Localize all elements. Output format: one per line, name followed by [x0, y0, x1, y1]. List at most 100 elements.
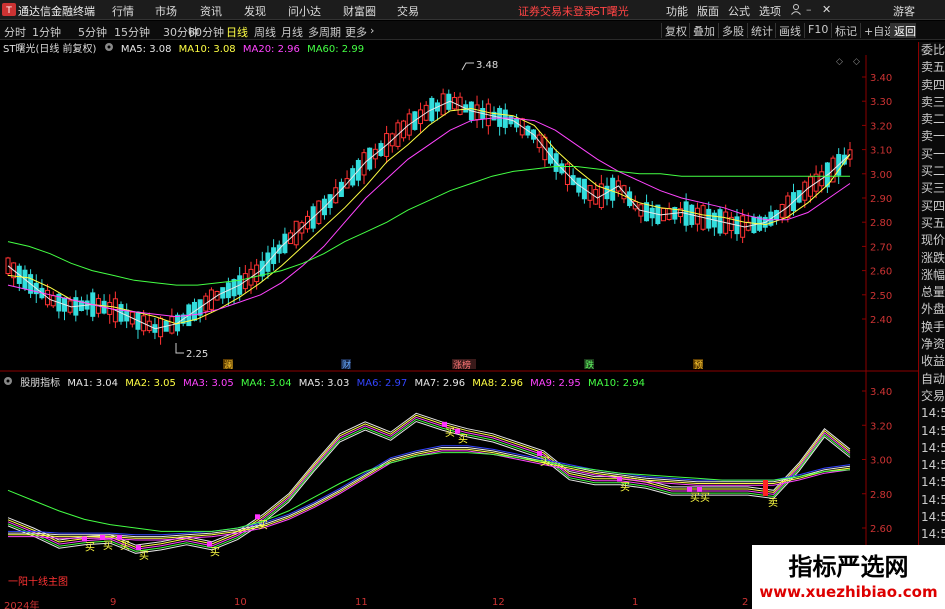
main-y-tick-label: 3.40	[870, 73, 892, 84]
side-panel-item[interactable]: 买四	[921, 198, 945, 215]
side-panel-item[interactable]: 涨幅	[921, 267, 945, 284]
period-60min[interactable]: 60分钟	[188, 24, 224, 40]
watermark-url: www.xuezhibiao.com	[759, 583, 938, 601]
side-panel-item[interactable]: 14:56	[921, 526, 945, 543]
menu-banmian[interactable]: 版面	[697, 3, 719, 19]
side-panel-item[interactable]: 卖四	[921, 77, 945, 94]
diamond-icon[interactable]: ◇	[836, 57, 843, 67]
main-y-tick-label: 3.10	[870, 146, 892, 157]
low-label: 2.25	[186, 349, 208, 360]
buy-signal-label: 买	[700, 492, 710, 504]
side-panel-item[interactable]: 14:56	[921, 492, 945, 509]
low-marker	[175, 343, 184, 354]
account-icon[interactable]	[790, 3, 802, 18]
app-menubar: T 通达信金融终端 行情 市场 资讯 发现 问小达 财富圈 交易 证券交易未登录…	[0, 0, 945, 20]
sub-indicator-lines	[7, 412, 851, 554]
buy-signal-label: 买	[103, 540, 113, 552]
period-15min[interactable]: 15分钟	[114, 24, 150, 40]
settings-icon[interactable]	[104, 42, 114, 55]
side-panel-item[interactable]: 涨跌	[921, 250, 945, 267]
buy-signal-label: 买	[258, 519, 268, 531]
menu-xuanxiang[interactable]: 选项	[759, 3, 781, 19]
tool-restore-rights[interactable]: 复权	[661, 23, 687, 38]
watermark-title: 指标严选网	[788, 553, 909, 581]
guest-label[interactable]: 游客	[893, 3, 915, 19]
main-chart-title: ST曙光(日线 前复权)	[3, 44, 97, 55]
side-panel-item[interactable]: 净资	[921, 336, 945, 353]
menu-jiaoyi[interactable]: 交易	[397, 3, 419, 19]
period-5min[interactable]: 5分钟	[78, 24, 107, 40]
menu-gongneng[interactable]: 功能	[666, 3, 688, 19]
sub-mid-line	[8, 447, 851, 538]
menu-caifuquan[interactable]: 财富圈	[343, 3, 376, 19]
main-y-tick-label: 2.70	[870, 242, 892, 253]
event-tag-2-text: 财	[342, 359, 351, 371]
period-monthly[interactable]: 月线	[281, 24, 303, 40]
side-panel-item[interactable]: 14:53	[921, 405, 945, 422]
menu-hangqing[interactable]: 行情	[112, 3, 134, 19]
tool-multi-stock[interactable]: 多股	[718, 23, 744, 38]
menu-faxian[interactable]: 发现	[244, 3, 266, 19]
side-panel-item[interactable]: 14:54	[921, 423, 945, 440]
side-panel-item[interactable]: 买二	[921, 163, 945, 180]
chevron-right-icon[interactable]: ›	[370, 24, 374, 37]
buy-marker	[100, 534, 105, 540]
side-panel-item[interactable]: 14:55	[921, 474, 945, 491]
period-fenshi[interactable]: 分时	[4, 24, 26, 40]
event-tag-5-text: 预	[694, 360, 703, 371]
menu-zixun[interactable]: 资讯	[200, 3, 222, 19]
side-panel-item[interactable]: 卖二	[921, 111, 945, 128]
buy-signal-label: 买	[620, 482, 630, 494]
sub-mid-line	[8, 448, 851, 539]
side-panel-item[interactable]: 卖一	[921, 128, 945, 145]
menu-shichang[interactable]: 市场	[155, 3, 177, 19]
side-panel-item[interactable]: 外盘	[921, 301, 945, 318]
side-panel-item[interactable]: 现价	[921, 232, 945, 249]
period-daily[interactable]: 日线	[226, 24, 248, 40]
tool-mark[interactable]: 标记	[831, 23, 857, 38]
side-panel-item[interactable]: 卖三	[921, 94, 945, 111]
close-icon[interactable]: ✕	[822, 3, 831, 16]
period-multi[interactable]: 多周期	[308, 24, 341, 40]
period-1min[interactable]: 1分钟	[32, 24, 61, 40]
tool-f10[interactable]: F10	[804, 23, 828, 38]
side-panel-item[interactable]: 总量	[921, 284, 945, 301]
side-panel-item[interactable]: 交易	[921, 388, 945, 405]
side-panel-item[interactable]: 收益	[921, 353, 945, 370]
side-panel-item[interactable]: 委比	[921, 42, 945, 59]
tool-back[interactable]: 返回	[890, 23, 916, 38]
tool-overlay[interactable]: 叠加	[689, 23, 715, 38]
period-weekly[interactable]: 周线	[254, 24, 276, 40]
side-panel-item[interactable]: 买三	[921, 180, 945, 197]
stock-name-tag: ST曙光	[593, 5, 629, 18]
side-panel-item[interactable]: 自动	[921, 371, 945, 388]
legend-ma5: MA5: 3.08	[120, 44, 172, 55]
side-panel-item[interactable]: 买一	[921, 146, 945, 163]
svg-text:T: T	[5, 6, 12, 16]
buy-marker	[687, 486, 692, 492]
pin-icon[interactable]: ◇	[853, 57, 860, 67]
sell-signal-label: 卖	[768, 497, 778, 509]
side-panel-item[interactable]: 14:54	[921, 440, 945, 457]
menu-gongshi[interactable]: 公式	[728, 3, 750, 19]
period-more[interactable]: 更多	[345, 24, 367, 40]
side-panel-item[interactable]: 换手	[921, 319, 945, 336]
main-y-tick-label: 2.90	[870, 194, 892, 205]
buy-marker	[442, 421, 447, 427]
legend-ma20: MA20: 2.96	[242, 44, 300, 55]
sub-y-tick-label: 3.00	[870, 456, 892, 467]
kline-chart[interactable]: 3.40 3.30 3.20 3.10 3.00 2.90 2.80 2.70 2.60 2.50…	[0, 55, 918, 597]
buy-signal-label: 买	[120, 540, 130, 552]
login-notice[interactable]: 证券交易未登录	[518, 3, 595, 19]
buy-marker	[82, 536, 87, 542]
tool-draw-line[interactable]: 画线	[775, 23, 801, 38]
buy-marker	[537, 450, 542, 456]
side-panel-item[interactable]: 买五	[921, 215, 945, 232]
side-panel-item[interactable]: 14:55	[921, 457, 945, 474]
minimize-icon[interactable]: –	[806, 3, 812, 16]
side-panel-item[interactable]: 卖五	[921, 59, 945, 76]
legend-ma60: MA60: 2.99	[307, 44, 365, 55]
side-panel-item[interactable]: 14:56	[921, 509, 945, 526]
tool-statistics[interactable]: 统计	[747, 23, 773, 38]
menu-wenxiaoda[interactable]: 问小达	[288, 3, 321, 19]
